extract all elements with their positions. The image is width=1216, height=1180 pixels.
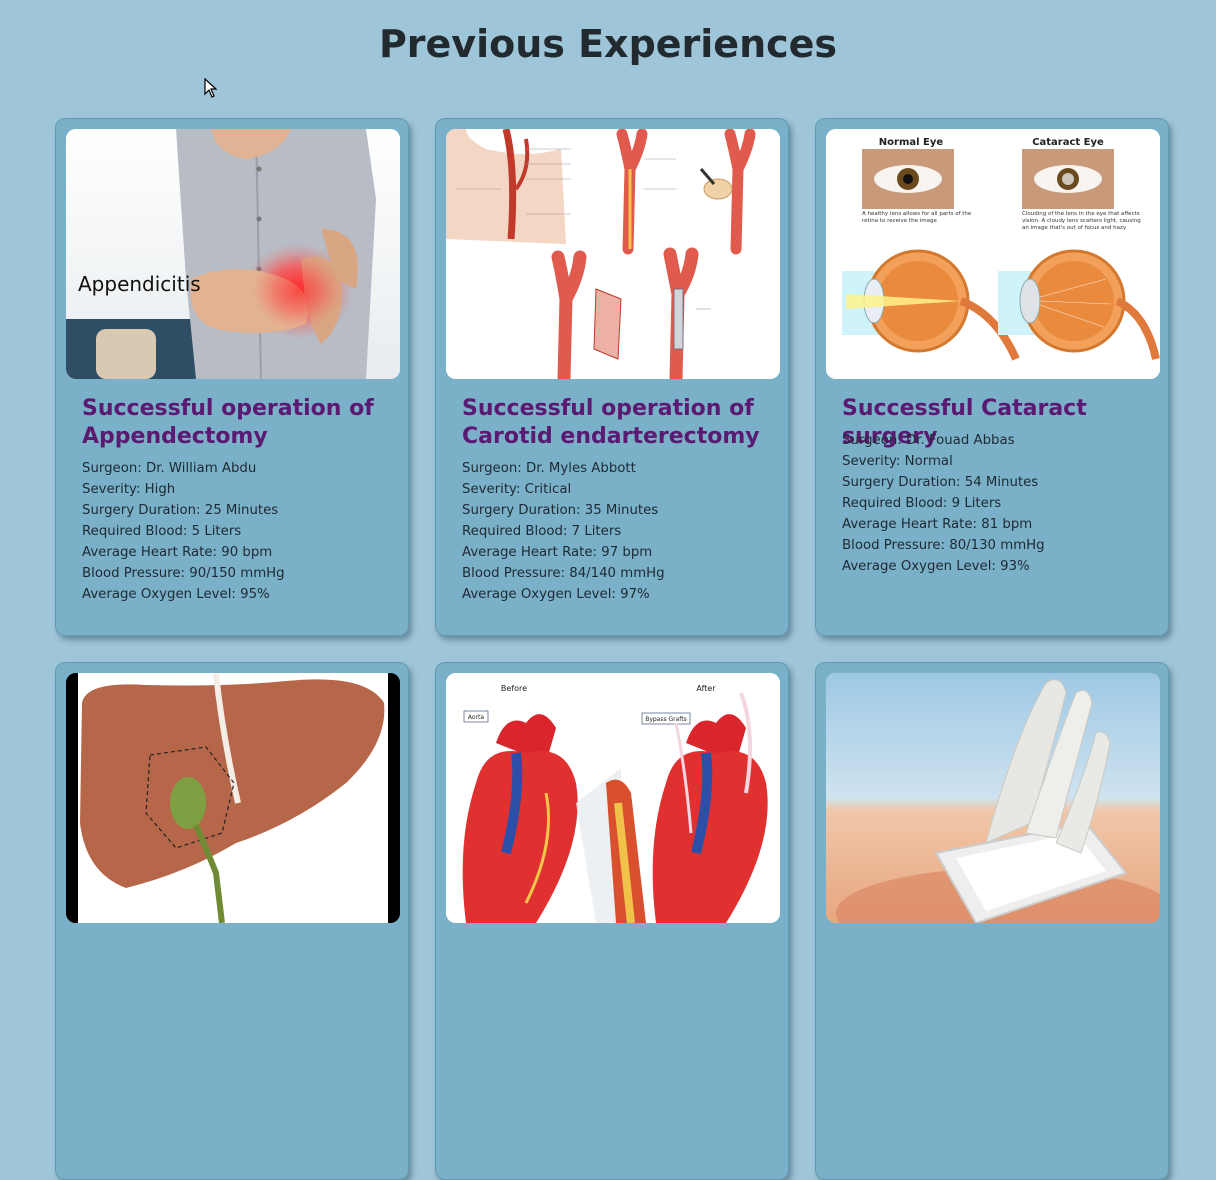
bypass-grafts-label: Bypass Grafts [645,716,687,723]
oxygen-detail: Average Oxygen Level: 97% [462,587,650,602]
mouse-cursor-icon [204,78,218,98]
heart-rate-detail: Average Heart Rate: 81 bpm [842,517,1033,532]
aorta-label: Aorta [468,714,484,721]
surgical-gauze-illustration [826,673,1160,923]
blood-pressure-detail: Blood Pressure: 84/140 mmHg [462,566,665,581]
heart-bypass-diagram: Before After Aorta Bypass Grafts [446,673,780,923]
experience-card-heart-bypass[interactable]: Before After Aorta Bypass Grafts [435,662,789,1180]
severity-detail: Severity: Critical [462,482,572,497]
heart-rate-detail: Average Heart Rate: 97 bpm [462,545,653,560]
appendicitis-caption: Appendicitis [78,272,201,296]
card-details-list: Surgeon: Dr. William Abdu Severity: High… [82,458,392,605]
liver-gallbladder-diagram [66,673,400,923]
carotid-artery-diagram [446,129,780,379]
oxygen-detail: Average Oxygen Level: 95% [82,587,270,602]
cataract-eye-diagram: Normal Eye Cataract Eye A healthy lens a… [826,129,1160,379]
blood-detail: Required Blood: 5 Liters [82,524,242,539]
after-label: After [696,684,716,693]
before-label: Before [501,684,527,693]
blood-detail: Required Blood: 9 Liters [842,496,1002,511]
experience-card-gallbladder[interactable] [55,662,409,1180]
blood-detail: Required Blood: 7 Liters [462,524,622,539]
card-details-list: Surgeon: Dr. Myles Abbott Severity: Crit… [462,458,772,605]
surgeon-detail: Surgeon: Dr. Myles Abbott [462,461,636,476]
page-title: Previous Experiences [378,22,838,66]
surgeon-detail: Surgeon: Dr. Fouad Abbas [842,433,1015,448]
blood-pressure-detail: Blood Pressure: 80/130 mmHg [842,538,1045,553]
severity-detail: Severity: Normal [842,454,953,469]
duration-detail: Surgery Duration: 54 Minutes [842,475,1039,490]
oxygen-detail: Average Oxygen Level: 93% [842,559,1030,574]
experience-card-appendectomy[interactable]: Appendicitis Successful operation of App… [55,118,409,636]
blood-pressure-detail: Blood Pressure: 90/150 mmHg [82,566,285,581]
duration-detail: Surgery Duration: 35 Minutes [462,503,659,518]
severity-detail: Severity: High [82,482,176,497]
card-title: Successful operation of Carotid endarter… [462,396,760,449]
normal-eye-heading: Normal Eye [879,137,944,148]
experience-card-cataract[interactable]: Normal Eye Cataract Eye A healthy lens a… [815,118,1169,636]
appendicitis-photo: Appendicitis [66,129,400,379]
heart-rate-detail: Average Heart Rate: 90 bpm [82,545,273,560]
normal-eye-caption: A healthy lens allows for all parts of t… [862,211,972,224]
cataract-eye-heading: Cataract Eye [1032,137,1104,148]
duration-detail: Surgery Duration: 25 Minutes [82,503,279,518]
cataract-eye-caption: Clouding of the lens in the eye that aff… [1022,211,1141,231]
experience-card-wound-care[interactable] [815,662,1169,1180]
card-title: Successful operation of Appendectomy [82,396,374,449]
experience-card-carotid-endarterectomy[interactable]: Successful operation of Carotid endarter… [435,118,789,636]
card-details-list: Surgeon: Dr. Fouad Abbas Severity: Norma… [842,430,1152,577]
surgeon-detail: Surgeon: Dr. William Abdu [82,461,257,476]
